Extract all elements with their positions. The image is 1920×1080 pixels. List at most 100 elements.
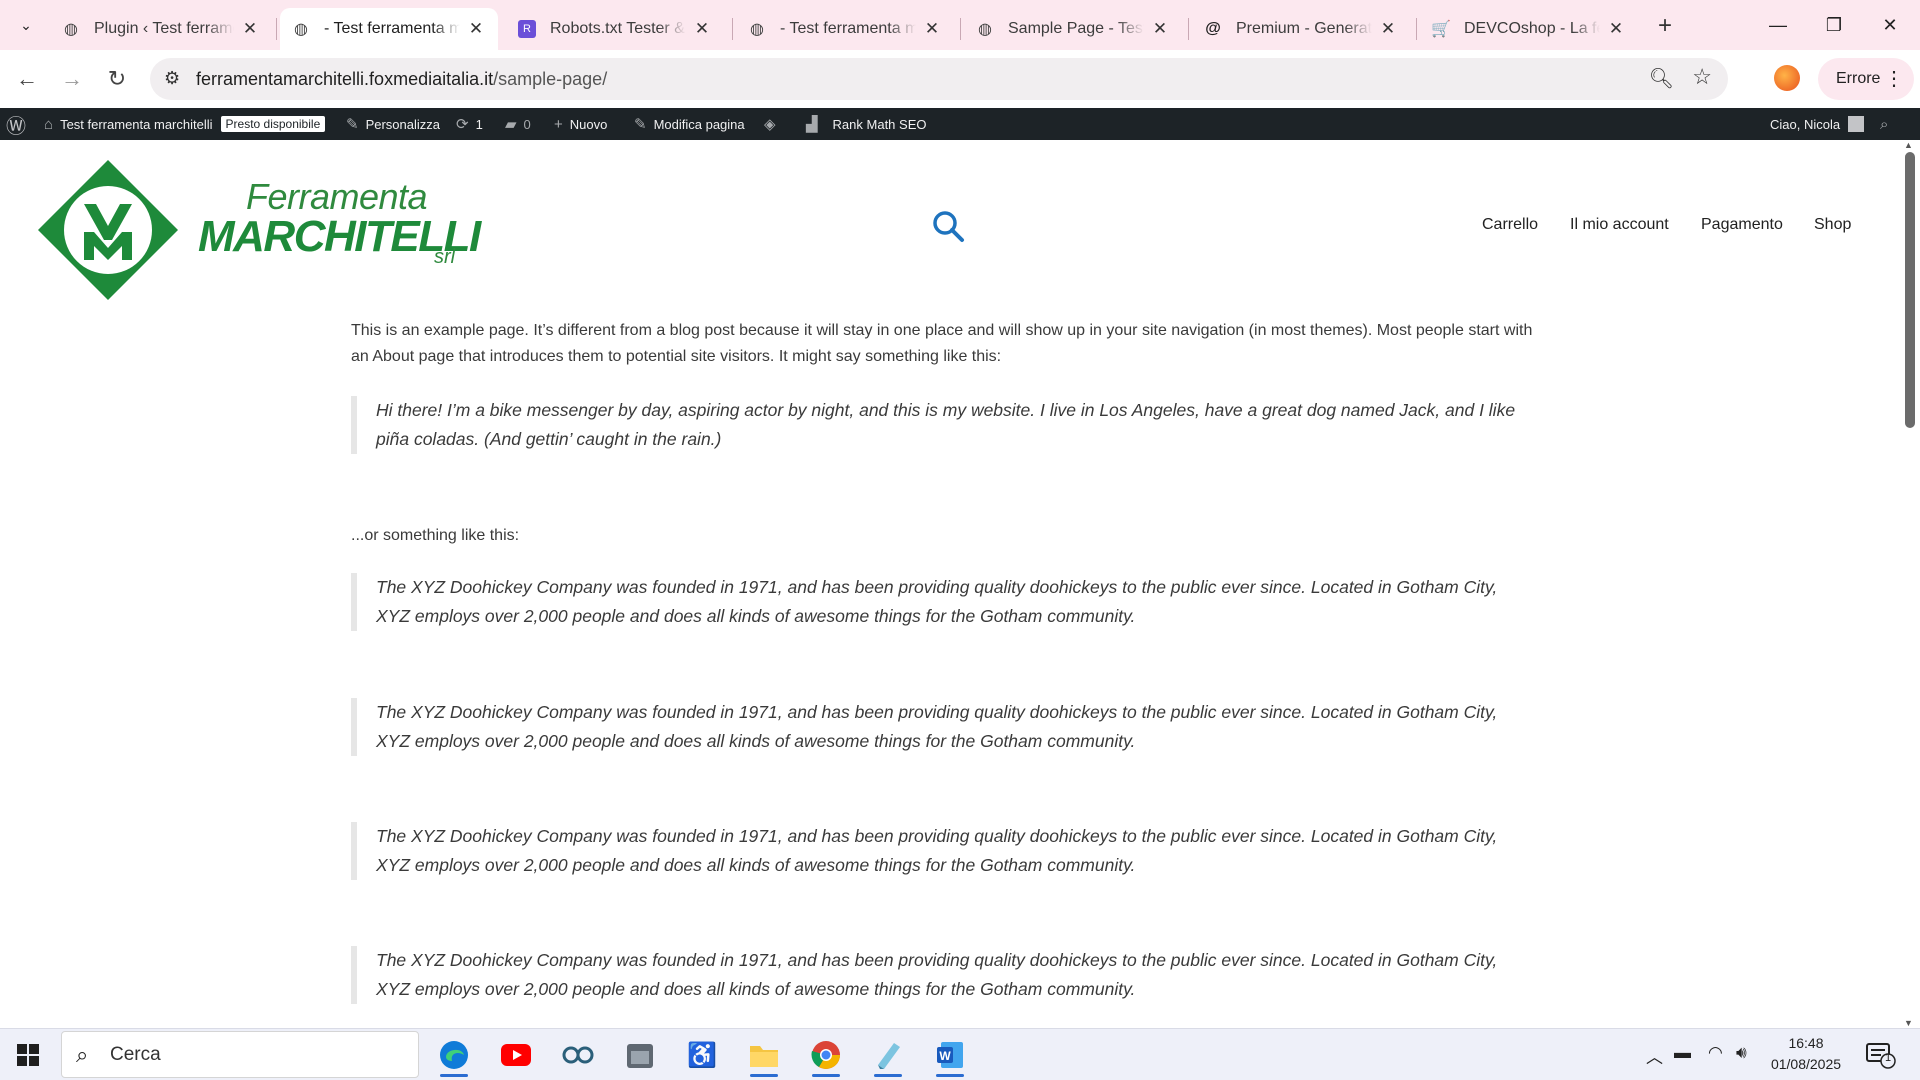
extension-icon[interactable] bbox=[1774, 65, 1800, 91]
menu-item-carrello[interactable]: Carrello bbox=[1482, 216, 1538, 234]
profile-error-button[interactable]: Errore ⋮ bbox=[1818, 58, 1914, 100]
scroll-up-icon[interactable]: ▲ bbox=[1904, 140, 1913, 150]
site-logo[interactable]: Ferramenta MARCHITELLI srl bbox=[36, 160, 481, 300]
battery-icon[interactable]: ▬ bbox=[1674, 1043, 1691, 1063]
address-bar[interactable]: ⚙ ferramentamarchitelli.foxmediaitalia.i… bbox=[150, 58, 1728, 100]
kebab-menu-icon[interactable]: ⋮ bbox=[1884, 66, 1904, 91]
chrome-icon bbox=[811, 1041, 840, 1069]
url-text[interactable]: ferramentamarchitelli.foxmediaitalia.it/… bbox=[196, 69, 607, 90]
taskbar-notes[interactable] bbox=[864, 1033, 912, 1077]
windows-logo-icon bbox=[17, 1044, 27, 1054]
zoom-icon[interactable]: 🔍︎ bbox=[1649, 66, 1674, 91]
forward-button[interactable]: → bbox=[55, 62, 89, 96]
file-explorer-icon bbox=[750, 1046, 778, 1067]
tab-4[interactable]: ◍ - Test ferramenta marchitelli ✕ bbox=[736, 8, 954, 50]
tab-7[interactable]: 🛒 DEVCOshop - La ferramenta ✕ bbox=[1420, 8, 1638, 50]
site-settings-icon[interactable]: ⚙ bbox=[164, 68, 180, 89]
admin-new[interactable]: + Nuovo bbox=[554, 108, 607, 140]
start-button[interactable] bbox=[17, 1044, 39, 1066]
tab-title: - Test ferramenta marchitelli bbox=[780, 20, 916, 37]
greeting-label: Ciao, Nicola bbox=[1770, 116, 1841, 132]
admin-search[interactable]: ⌕ bbox=[1880, 108, 1888, 140]
wordpress-logo-button[interactable]: Ⓦ bbox=[6, 108, 26, 140]
wifi-icon[interactable]: ◠ bbox=[1708, 1043, 1723, 1063]
admin-customize[interactable]: ✎ Personalizza bbox=[346, 108, 440, 140]
close-tab-icon[interactable]: ✕ bbox=[240, 19, 260, 39]
coming-soon-badge: Presto disponibile bbox=[220, 116, 326, 132]
tab-2-active[interactable]: ◍ - Test ferramenta marchitelli ✕ bbox=[280, 8, 498, 50]
scroll-down-icon[interactable]: ▼ bbox=[1904, 1018, 1913, 1028]
taskbar-accessibility[interactable]: ♿ bbox=[678, 1033, 726, 1077]
bookmark-star-icon[interactable]: ☆ bbox=[1692, 64, 1712, 90]
tab-5[interactable]: ◍ Sample Page - Test ferramenta ✕ bbox=[964, 8, 1182, 50]
globe-icon: ◍ bbox=[294, 21, 308, 38]
new-tab-button[interactable]: + bbox=[1650, 12, 1680, 40]
taskbar-chrome[interactable] bbox=[802, 1033, 850, 1077]
admin-updates[interactable]: ⟳ 1 bbox=[456, 108, 483, 140]
running-indicator bbox=[812, 1074, 840, 1077]
plus-icon: + bbox=[554, 115, 563, 133]
minimize-icon: — bbox=[1769, 14, 1787, 35]
admin-account[interactable]: Ciao, Nicola bbox=[1770, 108, 1865, 140]
admin-comments[interactable]: ▰ 0 bbox=[505, 108, 531, 140]
minimize-button[interactable]: — bbox=[1758, 10, 1798, 40]
running-indicator bbox=[936, 1074, 964, 1077]
taskbar-edge[interactable] bbox=[430, 1033, 478, 1077]
site-search-button[interactable] bbox=[930, 208, 966, 244]
profile-error-label: Errore bbox=[1836, 70, 1881, 87]
admin-site-name[interactable]: ⌂ Test ferramenta marchitelli Presto dis… bbox=[44, 108, 326, 140]
quote-text: Hi there! I’m a bike messenger by day, a… bbox=[376, 400, 1516, 449]
globe-icon: ◍ bbox=[978, 21, 992, 38]
windows-logo-icon bbox=[29, 1044, 39, 1054]
taskbar-word[interactable]: W bbox=[926, 1033, 974, 1077]
clock-time: 16:48 bbox=[1788, 1035, 1824, 1051]
scrollbar-thumb[interactable] bbox=[1905, 152, 1915, 428]
volume-icon[interactable]: 🔊︎ bbox=[1736, 1043, 1747, 1063]
globe-icon: ◍ bbox=[64, 21, 78, 38]
close-tab-icon[interactable]: ✕ bbox=[692, 19, 712, 39]
tab-6[interactable]: @ Premium - GeneratePress ✕ bbox=[1192, 8, 1410, 50]
show-hidden-icons-chevron-icon[interactable]: ︿ bbox=[1646, 1043, 1663, 1068]
restore-icon: ❐ bbox=[1825, 14, 1843, 35]
taskbar-search[interactable]: ⌕ Cerca bbox=[61, 1031, 419, 1078]
close-tab-icon[interactable]: ✕ bbox=[1378, 19, 1398, 39]
menu-item-shop[interactable]: Shop bbox=[1814, 216, 1851, 234]
diamond-icon: ◈ bbox=[764, 116, 776, 133]
admin-rank-math[interactable]: ▟ Rank Math SEO bbox=[806, 108, 926, 140]
tab-title: Sample Page - Test ferramenta bbox=[1008, 20, 1144, 37]
tab-separator bbox=[960, 18, 961, 40]
back-button[interactable]: ← bbox=[10, 62, 44, 96]
taskbar-file-explorer[interactable] bbox=[740, 1033, 788, 1077]
taskbar-clock[interactable]: 16:48 01/08/2025 bbox=[1766, 1033, 1846, 1075]
close-tab-icon[interactable]: ✕ bbox=[1606, 19, 1626, 39]
notification-center-button[interactable]: 1 bbox=[1866, 1041, 1896, 1069]
close-tab-icon[interactable]: ✕ bbox=[1150, 19, 1170, 39]
url-host: ferramentamarchitelli.foxmediaitalia.it bbox=[196, 69, 494, 89]
tab-3[interactable]: R Robots.txt Tester & Validator ✕ bbox=[506, 8, 724, 50]
taskbar-calendar[interactable] bbox=[616, 1033, 664, 1077]
close-tab-icon[interactable]: ✕ bbox=[922, 19, 942, 39]
close-window-button[interactable]: ✕ bbox=[1870, 10, 1910, 40]
url-path: /sample-page/ bbox=[493, 69, 608, 89]
running-indicator bbox=[750, 1074, 778, 1077]
reload-button[interactable]: ↻ bbox=[100, 62, 134, 96]
menu-item-pagamento[interactable]: Pagamento bbox=[1701, 216, 1783, 234]
close-tab-icon[interactable]: ✕ bbox=[466, 19, 486, 39]
tab-1[interactable]: ◍ Plugin ‹ Test ferramenta marchitelli ✕ bbox=[50, 8, 272, 50]
menu-item-account[interactable]: Il mio account bbox=[1570, 216, 1669, 234]
calendar-app-icon bbox=[627, 1044, 653, 1068]
tab-search-button[interactable]: ⌄ bbox=[12, 11, 40, 39]
restore-button[interactable]: ❐ bbox=[1814, 10, 1854, 40]
blockquote: The XYZ Doohickey Company was founded in… bbox=[351, 822, 1536, 880]
taskbar-arduino[interactable] bbox=[554, 1033, 602, 1077]
logo-mark-icon bbox=[38, 160, 178, 300]
admin-edit-page[interactable]: ✎ Modifica pagina bbox=[634, 108, 745, 140]
arduino-icon bbox=[562, 1046, 594, 1064]
page-scrollbar[interactable]: ▲ ▼ bbox=[1900, 140, 1920, 1028]
taskbar-youtube[interactable] bbox=[492, 1033, 540, 1077]
blockquote: Hi there! I’m a bike messenger by day, a… bbox=[351, 396, 1536, 454]
admin-generatepress[interactable]: ◈ bbox=[764, 108, 783, 140]
brush-icon: ✎ bbox=[346, 116, 359, 133]
tab-title: DEVCOshop - La ferramenta bbox=[1464, 20, 1600, 37]
comments-count: 0 bbox=[523, 116, 531, 132]
